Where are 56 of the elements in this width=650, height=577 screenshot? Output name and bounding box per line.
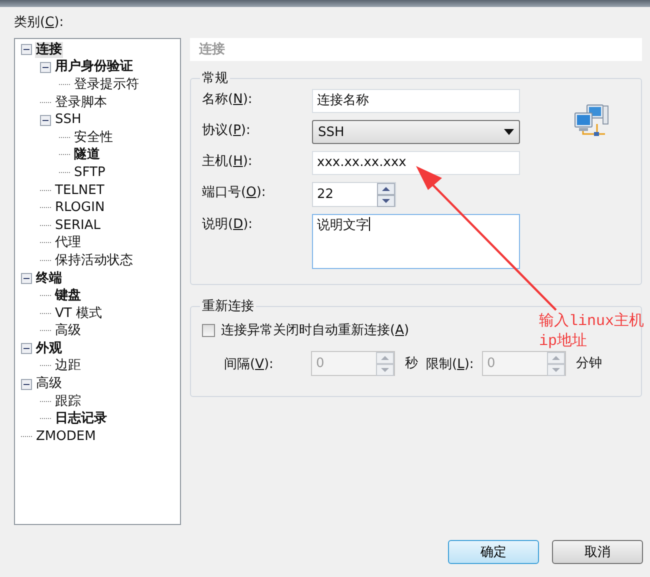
panel-title: 连接 [190,38,642,61]
collapse-icon[interactable] [21,378,32,390]
tree-item[interactable]: 高级 [35,376,63,392]
group-title: 重新连接 [201,298,255,315]
unit-label: 秒 [405,354,418,372]
cancel-button[interactable]: 取消 [552,540,643,564]
tree-item[interactable]: RLOGIN [54,200,106,216]
tree-item[interactable]: SSH [54,112,82,128]
field-label: 协议(P): [202,122,252,140]
tree-item[interactable]: 日志记录 [54,411,108,428]
field-label: 说明(D): [202,216,254,234]
category-label: 类别(C): [14,14,65,32]
annotation-line: 输入linux主机 [539,312,644,331]
tree-item[interactable]: 终端 [35,270,63,287]
tree-item[interactable]: 代理 [54,235,82,252]
tree-item[interactable]: 高级 [54,323,82,340]
tree-item[interactable]: 登录脚本 [54,94,108,111]
collapse-icon[interactable] [21,44,32,56]
input-field[interactable]: 连接名称 [312,89,520,113]
field-label: 端口号(O): [202,184,267,202]
description-field[interactable]: 说明文字 [312,214,520,269]
dropdown-arrow-icon [504,129,514,135]
field-label: 主机(H): [202,153,254,171]
port-spinbox[interactable]: 22 [312,182,396,207]
group-title: 常规 [201,70,229,87]
checkbox-label[interactable]: 连接异常关闭时自动重新连接(A) [221,321,410,339]
field-label: 限制(L): [426,356,475,372]
input-field[interactable]: xxx.xx.xx.xxx [312,151,520,175]
annotation-line: ip地址 [539,332,588,351]
field-label: 间隔(V): [224,356,274,372]
collapse-icon[interactable] [40,114,51,126]
tree-item[interactable]: 保持活动状态 [54,252,134,269]
tree-item[interactable]: SFTP [73,164,106,181]
tree-item[interactable]: VT 模式 [54,306,103,322]
protocol-dropdown[interactable]: SSH [312,120,520,144]
tree-item[interactable]: 连接 [35,42,63,58]
tree-item[interactable]: 登录提示符 [73,76,140,93]
tree-item[interactable]: 键盘 [54,288,82,304]
network-computers-icon [573,104,609,136]
tree-item[interactable]: 用户身份验证 [54,59,134,76]
collapse-icon[interactable] [40,62,51,73]
checkbox[interactable] [202,324,215,336]
tree-item[interactable]: 隧道 [73,147,101,164]
spin-arrows-icon[interactable] [377,182,395,206]
collapse-icon[interactable] [21,273,32,284]
collapse-icon[interactable] [21,343,32,354]
tree-item[interactable]: ZMODEM [35,428,97,445]
tree-item[interactable]: 边距 [54,358,82,374]
tree-item[interactable]: 外观 [35,340,63,357]
tree-item[interactable]: 跟踪 [54,394,82,410]
tree-item[interactable]: 安全性 [73,130,114,146]
ok-button[interactable]: 确定 [448,540,539,564]
unit-label: 分钟 [576,354,602,372]
tree-item[interactable]: TELNET [54,182,106,199]
field-label: 名称(N): [202,91,254,109]
tree-item[interactable]: SERIAL [54,218,102,234]
